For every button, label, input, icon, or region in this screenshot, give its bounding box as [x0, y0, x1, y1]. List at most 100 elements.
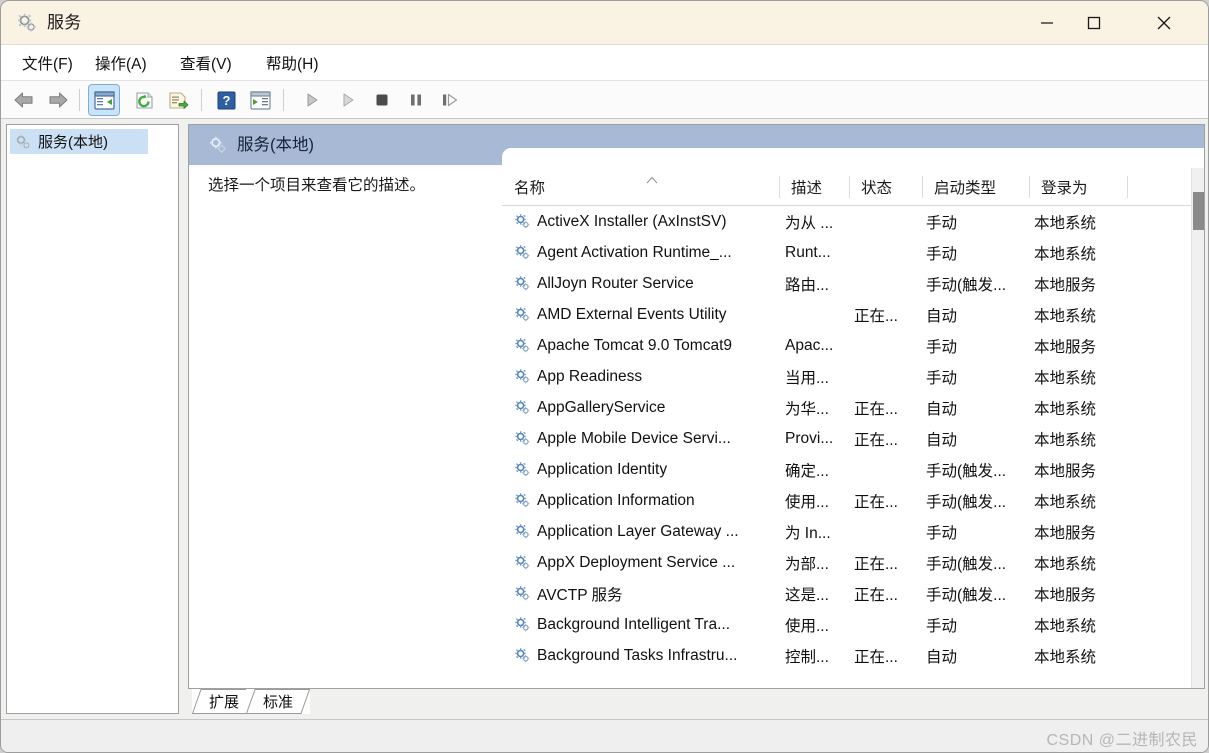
cell-service-name: Application Identity — [514, 454, 778, 485]
cell-text: AVCTP 服务 — [537, 583, 623, 605]
cell-logon-as: 本地服务 — [1034, 516, 1144, 547]
table-row[interactable]: AppX Deployment Service ...为部...正在...手动(… — [502, 547, 1191, 578]
show-action-pane-icon — [250, 91, 271, 110]
show-tree-button[interactable] — [89, 85, 119, 115]
maximize-button[interactable] — [1071, 1, 1117, 45]
cell-description: 当用... — [785, 361, 847, 392]
back-arrow-icon — [13, 91, 35, 109]
console-tree-pane: 服务(本地) — [6, 124, 179, 714]
show-action-pane-button[interactable] — [245, 85, 275, 115]
minimize-button[interactable] — [1024, 1, 1070, 45]
column-header-name[interactable]: 名称 — [502, 168, 779, 206]
table-row[interactable]: Background Tasks Infrastru... 控制...正在...自… — [502, 640, 1191, 671]
cell-description: 确定... — [785, 454, 847, 485]
service-gear-icon — [514, 585, 531, 602]
close-icon — [1156, 15, 1172, 31]
pause-service-button[interactable] — [401, 85, 431, 115]
cell-startup-type: 手动(触发... — [926, 454, 1031, 485]
pane-splitter[interactable] — [180, 124, 187, 714]
cell-startup-type: 手动(触发... — [926, 268, 1031, 299]
cell-status — [854, 516, 920, 547]
cell-description: 为部... — [785, 547, 847, 578]
table-row[interactable]: AllJoyn Router Service路由...手动(触发...本地服务 — [502, 268, 1191, 299]
cell-startup-type: 手动(触发... — [926, 578, 1031, 609]
menu-action[interactable]: 操作(A) — [86, 45, 156, 81]
stop-square-icon — [374, 92, 390, 108]
menu-help[interactable]: 帮助(H) — [257, 45, 328, 81]
cell-startup-type: 手动 — [926, 609, 1031, 640]
forward-button[interactable] — [43, 85, 73, 115]
table-row[interactable]: AVCTP 服务这是...正在...手动(触发...本地服务 — [502, 578, 1191, 609]
table-row[interactable]: Application Layer Gateway ...为 In...手动本地… — [502, 516, 1191, 547]
help-button[interactable]: ? — [211, 85, 241, 115]
cell-text: Background Tasks Infrastru... — [537, 647, 737, 665]
cell-service-name: ActiveX Installer (AxInstSV) — [514, 206, 778, 237]
vertical-scrollbar[interactable] — [1191, 168, 1205, 689]
table-row[interactable]: Apache Tomcat 9.0 Tomcat9Apac...手动本地服务 — [502, 330, 1191, 361]
table-row[interactable]: AMD External Events Utility正在...自动本地系统 — [502, 299, 1191, 330]
menu-file[interactable]: 文件(F) — [13, 45, 82, 81]
close-button[interactable] — [1141, 1, 1187, 45]
cell-service-name: Apple Mobile Device Servi... — [514, 423, 778, 454]
column-header-description[interactable]: 描述 — [779, 168, 849, 206]
restart-service-button[interactable] — [333, 85, 363, 115]
tab-label: 扩展 — [205, 691, 243, 712]
scrollbar-thumb[interactable] — [1193, 192, 1205, 230]
refresh-button[interactable] — [129, 85, 159, 115]
column-header-startup-type[interactable]: 启动类型 — [922, 168, 1029, 206]
column-header-logon-as[interactable]: 登录为 — [1029, 168, 1127, 206]
menu-view[interactable]: 查看(V) — [171, 45, 241, 81]
table-row[interactable]: Background Intelligent Tra...使用...手动本地系统 — [502, 609, 1191, 640]
cell-startup-type: 手动(触发... — [926, 485, 1031, 516]
table-row[interactable]: App Readiness当用...手动本地系统 — [502, 361, 1191, 392]
table-row[interactable]: ActiveX Installer (AxInstSV)为从 ...手动本地系统 — [502, 206, 1191, 237]
stop-service-button[interactable] — [367, 85, 397, 115]
cell-service-name: App Readiness — [514, 361, 778, 392]
cell-description: Runt... — [785, 237, 847, 268]
service-gear-icon — [514, 368, 531, 385]
services-gear-icon — [208, 135, 228, 155]
column-header-status[interactable]: 状态 — [849, 168, 922, 206]
cell-service-name: Apache Tomcat 9.0 Tomcat9 — [514, 330, 778, 361]
cell-logon-as: 本地系统 — [1034, 423, 1144, 454]
cell-logon-as: 本地服务 — [1034, 330, 1144, 361]
cell-text: Apple Mobile Device Servi... — [537, 430, 731, 448]
column-divider[interactable] — [1127, 176, 1128, 198]
resume-service-button[interactable] — [435, 85, 465, 115]
table-row[interactable]: Application Identity确定...手动(触发...本地服务 — [502, 454, 1191, 485]
services-list-rows: ActiveX Installer (AxInstSV)为从 ...手动本地系统… — [502, 206, 1191, 689]
cell-startup-type: 自动 — [926, 640, 1031, 671]
table-row[interactable]: Apple Mobile Device Servi...Provi...正在..… — [502, 423, 1191, 454]
service-gear-icon — [514, 554, 531, 571]
cell-description — [785, 299, 847, 330]
cell-description: 使用... — [785, 485, 847, 516]
table-row[interactable]: AppGalleryService为华...正在...自动本地系统 — [502, 392, 1191, 423]
tree-item-services-local[interactable]: 服务(本地) — [10, 129, 148, 154]
minimize-icon — [1040, 16, 1054, 30]
cell-description: 控制... — [785, 640, 847, 671]
play-icon — [304, 92, 320, 108]
cell-service-name: Background Tasks Infrastru... — [514, 640, 778, 671]
cell-text: ActiveX Installer (AxInstSV) — [537, 213, 727, 231]
toolbar-separator — [283, 89, 284, 111]
service-gear-icon — [514, 430, 531, 447]
maximize-icon — [1087, 16, 1101, 30]
service-description-placeholder: 选择一个项目来查看它的描述。 — [208, 175, 488, 197]
cell-text: Apache Tomcat 9.0 Tomcat9 — [537, 337, 732, 355]
table-row[interactable]: Application Information使用...正在...手动(触发..… — [502, 485, 1191, 516]
cell-text: AppGalleryService — [537, 399, 665, 417]
back-button[interactable] — [9, 85, 39, 115]
export-list-button[interactable] — [163, 85, 193, 115]
cell-startup-type: 手动 — [926, 206, 1031, 237]
start-service-button[interactable] — [297, 85, 327, 115]
service-gear-icon — [514, 399, 531, 416]
resume-icon — [441, 92, 459, 108]
cell-description: 这是... — [785, 578, 847, 609]
tab-standard[interactable]: 标准 — [246, 689, 310, 714]
forward-arrow-icon — [47, 91, 69, 109]
cell-service-name: Agent Activation Runtime_... — [514, 237, 778, 268]
cell-text: Application Identity — [537, 461, 667, 479]
table-row[interactable]: Agent Activation Runtime_...Runt...手动本地系… — [502, 237, 1191, 268]
cell-service-name: AppX Deployment Service ... — [514, 547, 778, 578]
cell-status: 正在... — [854, 640, 920, 671]
